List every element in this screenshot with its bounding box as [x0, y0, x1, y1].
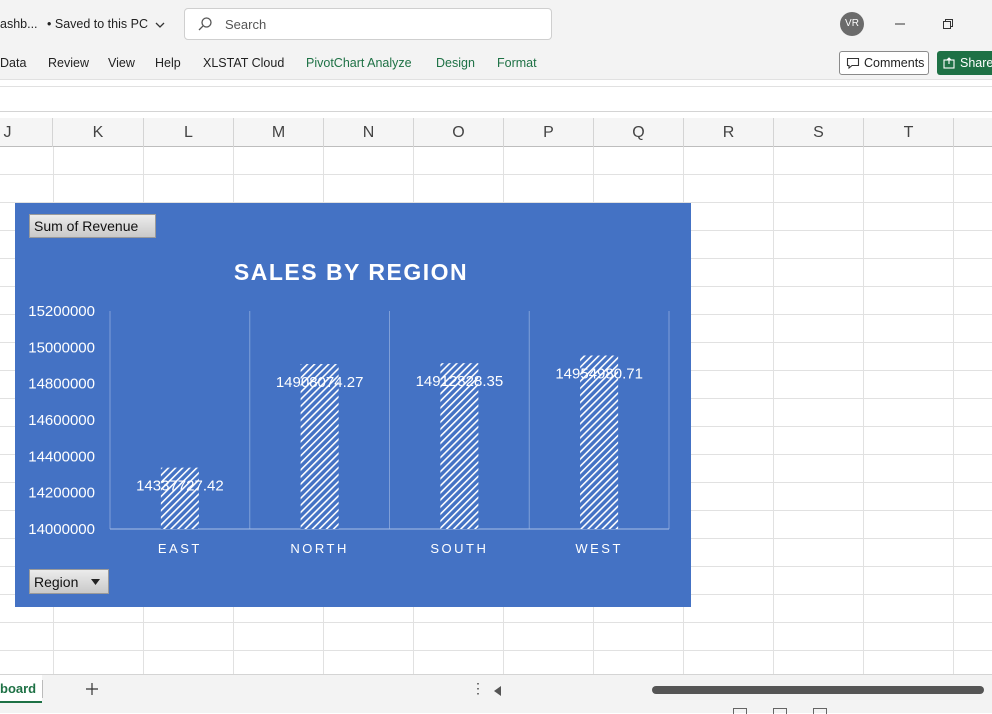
plus-icon	[86, 683, 98, 695]
column-header-s[interactable]: S	[774, 118, 864, 147]
chevron-down-icon	[155, 18, 165, 32]
normal-view-icon[interactable]	[733, 708, 747, 714]
minimize-icon	[895, 23, 905, 25]
column-header-p[interactable]: P	[504, 118, 594, 147]
dropdown-arrow-icon	[91, 579, 100, 585]
share-label: Share	[960, 56, 992, 70]
column-header-o[interactable]: O	[414, 118, 504, 147]
chart-plot: SALES BY REGION 14000000 14200000 14400000…	[28, 259, 670, 556]
y-tick-label: 15200000	[28, 303, 95, 320]
data-label: 14954980.71	[555, 366, 643, 383]
y-tick-label: 14800000	[28, 376, 95, 393]
column-headers: J K L M N O P Q R S T	[0, 118, 992, 147]
avatar[interactable]: VR	[840, 12, 864, 36]
tab-help[interactable]: Help	[155, 56, 181, 70]
restore-icon	[943, 19, 953, 29]
data-label: 14908074.27	[276, 374, 364, 391]
y-tick-label: 14000000	[28, 521, 95, 538]
restore-button[interactable]	[936, 12, 960, 36]
x-tick-label: EAST	[158, 541, 202, 556]
tab-review[interactable]: Review	[48, 56, 89, 70]
share-icon	[943, 57, 955, 69]
formula-bar[interactable]	[0, 86, 992, 112]
more-options-icon[interactable]: ⋮	[471, 680, 485, 697]
share-button[interactable]: Share	[937, 51, 992, 75]
column-header-m[interactable]: M	[234, 118, 324, 147]
value-field-label: Sum of Revenue	[34, 218, 139, 234]
column-header-n[interactable]: N	[324, 118, 414, 147]
tab-pivotchart-analyze[interactable]: PivotChart Analyze	[306, 56, 412, 70]
region-field-button[interactable]: Region	[29, 569, 109, 594]
comment-icon	[846, 57, 860, 69]
add-sheet-button[interactable]	[82, 678, 102, 700]
data-label: 14337727.42	[136, 478, 224, 495]
y-tick-label: 14600000	[28, 412, 95, 429]
ribbon-tab-bar: Data Review View Help XLSTAT Cloud Pivot…	[0, 48, 992, 80]
column-header-r[interactable]: R	[684, 118, 774, 147]
column-header-k[interactable]: K	[53, 118, 144, 147]
comments-button[interactable]: Comments	[839, 51, 929, 75]
page-layout-view-icon[interactable]	[773, 708, 787, 714]
tab-format[interactable]: Format	[497, 56, 537, 70]
axis-field-label: Region	[34, 574, 79, 590]
tab-xlstat-cloud[interactable]: XLSTAT Cloud	[203, 56, 284, 70]
scroll-left-icon[interactable]	[494, 683, 502, 701]
save-status: • Saved to this PC	[47, 17, 148, 31]
sheet-tab-active[interactable]: board	[0, 675, 43, 703]
comments-label: Comments	[864, 56, 925, 70]
x-tick-label: NORTH	[290, 541, 348, 556]
column-header-t[interactable]: T	[864, 118, 954, 147]
tab-data[interactable]: Data	[0, 56, 26, 70]
pivot-chart[interactable]: SALES BY REGION 14000000 14200000 14400000…	[15, 203, 691, 607]
status-bar	[0, 704, 992, 714]
page-break-view-icon[interactable]	[813, 708, 827, 714]
tab-view[interactable]: View	[108, 56, 135, 70]
x-tick-label: WEST	[575, 541, 623, 556]
tab-design[interactable]: Design	[436, 56, 475, 70]
sheet-tab-bar: board ⋮	[0, 674, 992, 704]
document-name: ashb...	[0, 17, 38, 31]
data-label: 14912828.35	[416, 373, 504, 390]
sum-of-revenue-field-button[interactable]: Sum of Revenue	[29, 214, 156, 238]
search-input[interactable]	[225, 15, 525, 33]
column-header-j[interactable]: J	[0, 118, 53, 147]
y-tick-label: 14400000	[28, 448, 95, 465]
x-tick-label: SOUTH	[430, 541, 488, 556]
column-header-l[interactable]: L	[144, 118, 234, 147]
column-header-q[interactable]: Q	[594, 118, 684, 147]
y-tick-label: 14200000	[28, 485, 95, 502]
y-tick-label: 15000000	[28, 339, 95, 356]
minimize-button[interactable]	[888, 12, 912, 36]
search-box[interactable]	[184, 8, 552, 40]
title-bar: ashb... • Saved to this PC VR	[0, 0, 992, 48]
horizontal-scrollbar-thumb[interactable]	[652, 686, 984, 694]
search-icon	[197, 16, 213, 37]
tab-divider	[42, 680, 43, 698]
chart-title: SALES BY REGION	[234, 259, 468, 285]
document-title[interactable]: ashb... • Saved to this PC	[0, 17, 165, 32]
